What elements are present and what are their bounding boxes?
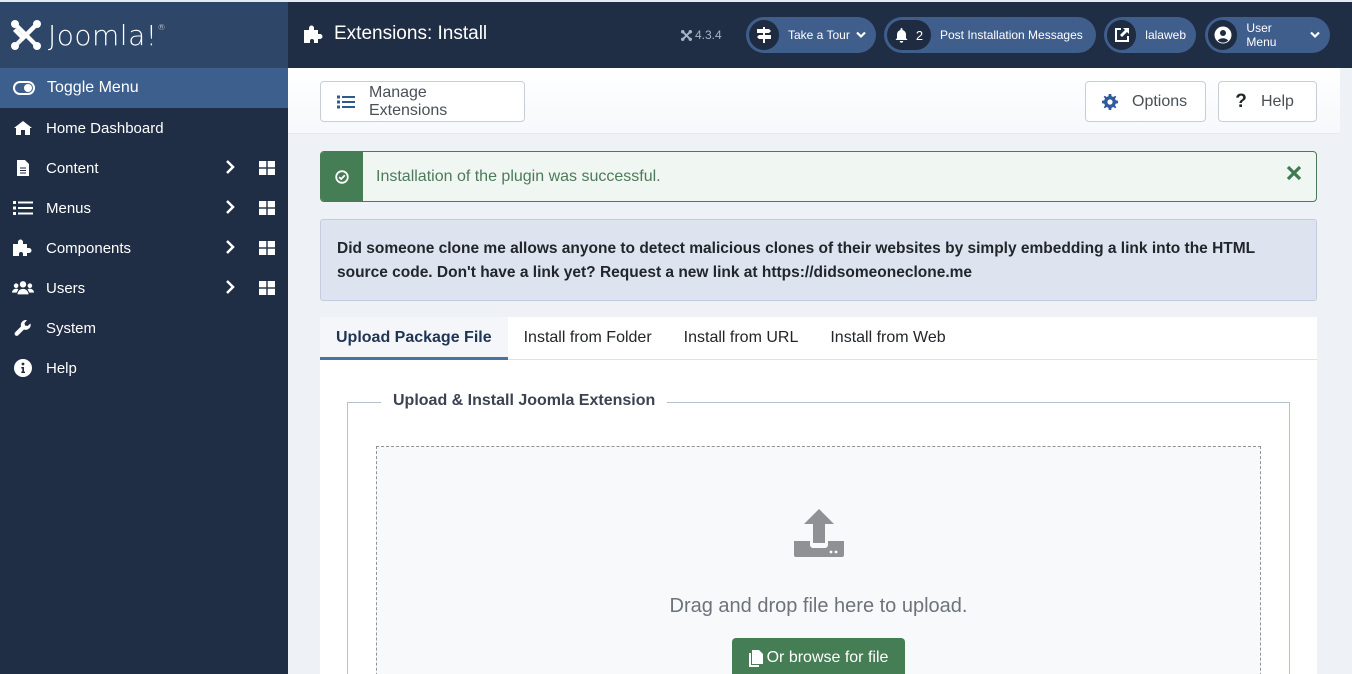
alert-message: Installation of the plugin was successfu… [376,167,661,185]
manage-extensions-button[interactable]: Manage Extensions [320,81,525,122]
options-button[interactable]: Options [1085,81,1206,122]
dashboard-grid-icon[interactable] [259,241,275,259]
dashboard-grid-icon[interactable] [259,201,275,219]
signpost-icon [749,20,779,50]
sidebar-menu: Home Dashboard Content Menus Components [0,108,288,388]
copy-icon [748,649,763,667]
page-title: Extensions: Install [303,23,487,45]
puzzle-icon [303,24,325,44]
page-scrollbar[interactable] [1340,68,1352,674]
sidebar-item-menus[interactable]: Menus [0,188,288,228]
drop-instructions: Drag and drop file here to upload. [669,595,968,617]
list-icon [12,200,34,216]
header: Extensions: Install 4.3.4 Take a Tour 2 … [288,0,1352,68]
options-label: Options [1132,92,1188,110]
help-button[interactable]: ? Help [1218,81,1317,122]
sidebar-item-content[interactable]: Content [0,148,288,188]
sidebar-item-components[interactable]: Components [0,228,288,268]
user-circle-icon [1208,20,1238,50]
joomla-logo[interactable]: Joomla!® [0,0,288,68]
tab-upload-package-file[interactable]: Upload Package File [320,317,508,360]
browse-file-button[interactable]: Or browse for file [732,638,905,674]
version-text: 4.3.4 [695,28,722,42]
joomla-logo-icon [11,20,41,50]
help-label: Help [1261,92,1294,110]
notification-badge: 2 [887,20,931,50]
sidebar-item-users[interactable]: Users [0,268,288,308]
joomla-version: 4.3.4 [681,28,722,42]
upload-legend: Upload & Install Joomla Extension [381,392,668,410]
logo-text: Joomla!® [48,18,166,52]
question-icon: ? [1235,90,1247,112]
toggle-icon [12,81,36,95]
sidebar-item-label: Components [46,239,132,257]
sidebar-item-label: Content [46,159,99,177]
sidebar-item-system[interactable]: System [0,308,288,348]
browse-file-label: Or browse for file [766,649,889,666]
tab-install-from-url[interactable]: Install from URL [668,317,815,360]
user-menu-label: User Menu [1246,21,1277,49]
tab-install-from-web[interactable]: Install from Web [814,317,961,360]
toggle-menu-button[interactable]: Toggle Menu [0,68,288,108]
sidebar-item-label: System [46,319,97,337]
page-title-text: Extensions: Install [334,23,488,44]
view-site-button[interactable]: lalaweb [1104,17,1196,53]
list-icon [337,95,355,109]
user-menu-button[interactable]: User Menu [1205,17,1330,53]
close-icon[interactable] [1286,165,1302,181]
sidebar-item-label: Home Dashboard [46,119,164,137]
sidebar-item-home-dashboard[interactable]: Home Dashboard [0,108,288,148]
sidebar-item-label: Help [46,359,77,377]
upload-icon [794,509,844,562]
post-install-label: Post Installation Messages [940,28,1083,42]
file-icon [12,159,34,177]
sidebar-item-label: Menus [46,199,92,217]
install-tabs: Upload Package File Install from Folder … [320,317,1317,360]
upload-fieldset: Upload & Install Joomla Extension Drag a… [347,392,1290,674]
gear-icon [1102,93,1118,110]
check-circle-icon [321,152,363,201]
wrench-icon [12,319,34,337]
sidebar: Joomla!® Toggle Menu Home Dashboard Cont… [0,0,288,674]
home-icon [12,120,34,136]
info-icon [12,359,34,377]
notification-count: 2 [915,27,924,43]
sidebar-item-label: Users [46,279,86,297]
external-link-icon [1107,20,1137,50]
tab-install-from-folder[interactable]: Install from Folder [508,317,668,360]
joomla-small-icon [681,29,692,41]
info-message-text: Did someone clone me allows anyone to de… [337,240,1255,281]
toolbar: Manage Extensions Options ? Help [288,68,1340,134]
success-alert: Installation of the plugin was successfu… [320,151,1317,202]
file-dropzone[interactable]: Drag and drop file here to upload. Or br… [376,446,1261,674]
puzzle-icon [12,239,34,257]
users-icon [12,280,34,296]
post-installation-messages-button[interactable]: 2 Post Installation Messages [884,17,1096,53]
take-tour-label: Take a Tour [788,28,850,42]
chevron-right-icon[interactable] [225,280,235,298]
dashboard-grid-icon[interactable] [259,161,275,179]
sidebar-item-help[interactable]: Help [0,348,288,388]
chevron-right-icon[interactable] [225,200,235,218]
take-tour-button[interactable]: Take a Tour [746,17,876,53]
chevron-down-icon [856,31,866,39]
bell-icon [895,27,908,43]
chevron-right-icon[interactable] [225,240,235,258]
install-panel: Upload Package File Install from Folder … [320,317,1317,674]
dashboard-grid-icon[interactable] [259,281,275,299]
chevron-right-icon[interactable] [225,160,235,178]
site-link-label: lalaweb [1145,28,1186,42]
plugin-info-message: Did someone clone me allows anyone to de… [320,219,1317,301]
toggle-menu-label: Toggle Menu [47,79,139,96]
chevron-down-icon [1310,31,1320,39]
manage-extensions-label: Manage Extensions [369,83,448,119]
